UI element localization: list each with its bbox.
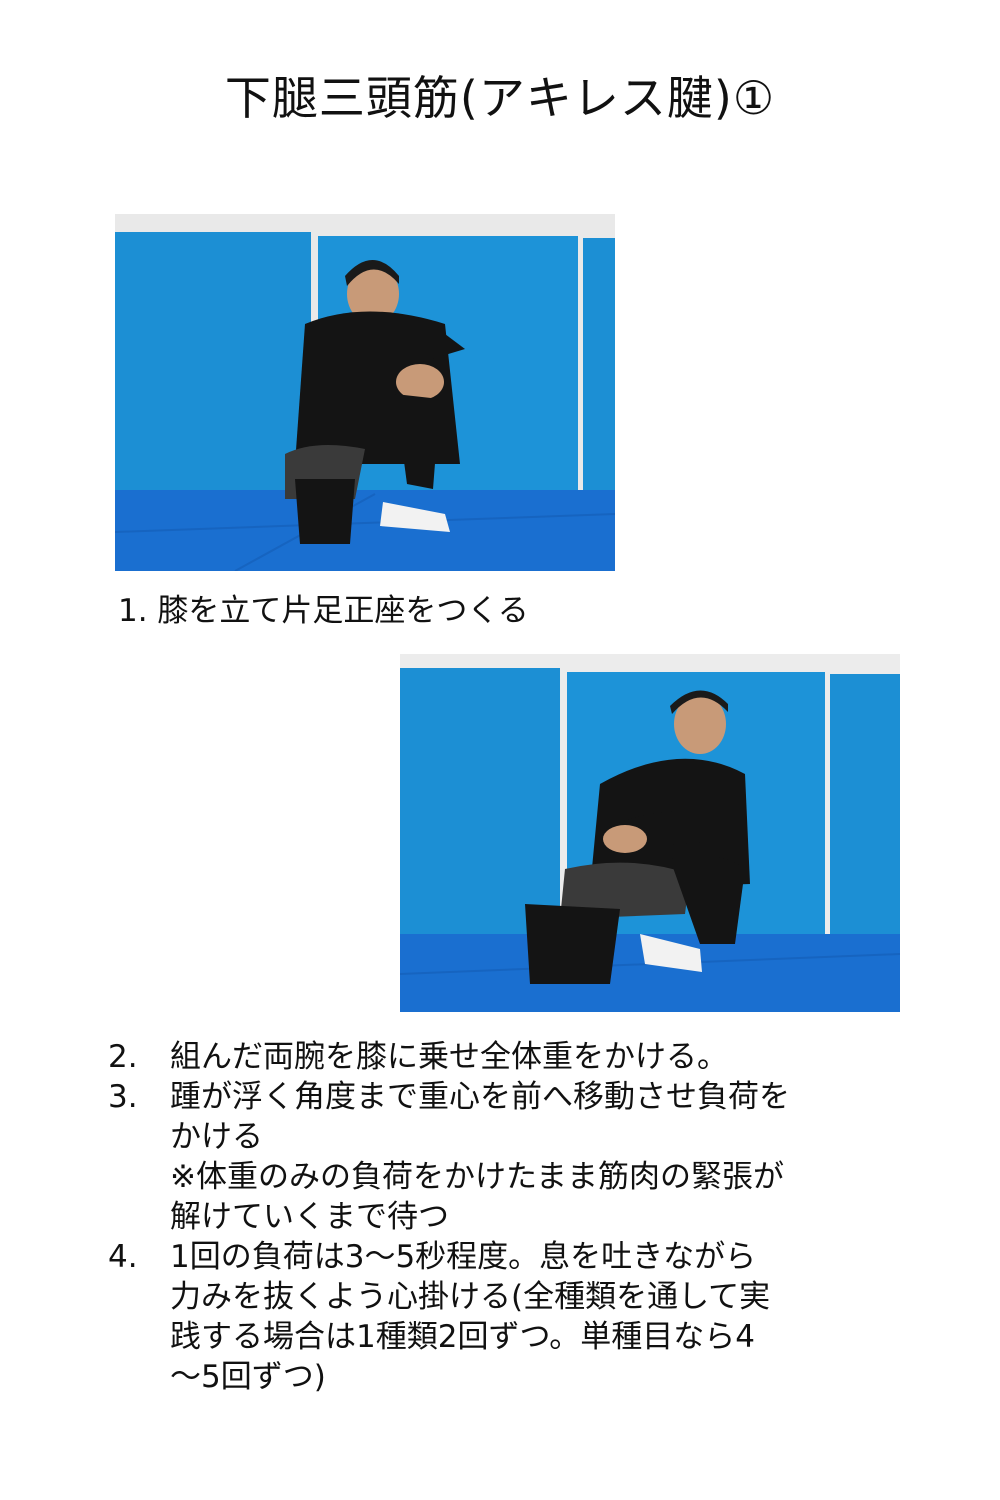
step-item-3: 3. 踵が浮く角度まで重心を前へ移動させ負荷を かける ※体重のみの負荷をかけた… (108, 1077, 888, 1237)
step-item-2: 2. 組んだ両腕を膝に乗せ全体重をかける。 (108, 1037, 888, 1077)
exercise-photo-step1 (115, 214, 615, 571)
step-number: 2. (108, 1039, 138, 1075)
step-text-line: 〜5回ずつ) (170, 1359, 326, 1395)
step-text-line: 組んだ両腕を膝に乗せ全体重をかける。 (170, 1039, 728, 1075)
step-number: 3. (108, 1079, 138, 1115)
exercise-photo-step2-3 (400, 654, 900, 1012)
step-text-line: 力みを抜くよう心掛ける(全種類を通して実 (170, 1279, 771, 1315)
step-text-line: 1回の負荷は3〜5秒程度。息を吐きながら (170, 1239, 757, 1275)
step-number: 4. (108, 1239, 138, 1275)
step1-caption: 1. 膝を立て片足正座をつくる (118, 593, 529, 629)
step-note-line: 解けていくまで待つ (170, 1199, 449, 1235)
step-note-line: ※体重のみの負荷をかけたまま筋肉の緊張が (170, 1159, 785, 1195)
step-text-line: かける (170, 1119, 263, 1155)
step-item-4: 4. 1回の負荷は3〜5秒程度。息を吐きながら 力みを抜くよう心掛ける(全種類を… (108, 1237, 888, 1397)
page-title: 下腿三頭筋(アキレス腱)① (224, 71, 776, 125)
step-text-line: 践する場合は1種類2回ずつ。単種目なら4 (170, 1319, 755, 1355)
instruction-steps: 2. 組んだ両腕を膝に乗せ全体重をかける。 3. 踵が浮く角度まで重心を前へ移動… (108, 1037, 888, 1397)
step-text-line: 踵が浮く角度まで重心を前へ移動させ負荷を (170, 1079, 790, 1115)
